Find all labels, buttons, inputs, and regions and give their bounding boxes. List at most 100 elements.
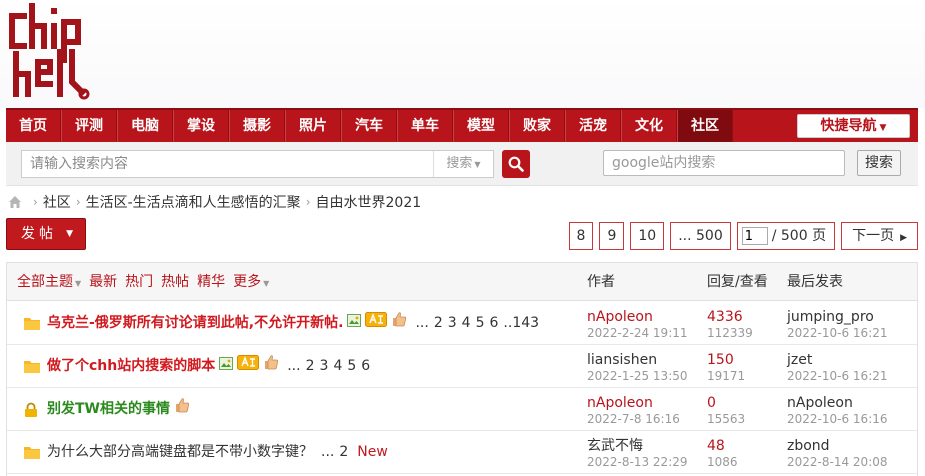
last-post-date[interactable]: 2022-8-14 20:08 — [787, 455, 888, 469]
nav-item[interactable]: 社区 — [677, 110, 733, 142]
breadcrumb-community[interactable]: 社区 — [43, 192, 71, 212]
last-post-user[interactable]: zbond — [787, 437, 888, 455]
filter-latest[interactable]: 最新 — [89, 263, 117, 301]
thread-replies: 4336 — [707, 309, 743, 325]
thread-author[interactable]: 玄武不悔 — [587, 437, 688, 455]
thread-page-link[interactable]: 3 — [320, 358, 329, 374]
page-link[interactable]: 9 — [599, 222, 625, 250]
thread-title-link[interactable]: 为什么大部分高端键盘都是不带小数字键？ — [47, 431, 313, 474]
nav-item[interactable]: 单车 — [397, 110, 453, 142]
thread-title-link[interactable]: 乌克兰-俄罗斯所有讨论请到此帖,不允许开新帖. — [47, 302, 343, 345]
thread-page-link[interactable]: 2 — [306, 358, 315, 374]
thumbs-up-icon — [174, 388, 190, 431]
thread-replies: 150 — [707, 352, 734, 368]
quick-nav-button[interactable]: 快捷导航 ▼ — [797, 114, 910, 138]
thread-page-link[interactable]: 4 — [333, 358, 342, 374]
thread-views: 19171 — [707, 369, 746, 383]
filter-digest[interactable]: 精华 — [197, 263, 225, 301]
thread-stats-cell: 0 15563 — [707, 394, 745, 426]
search-button[interactable] — [502, 150, 530, 178]
thread-page-link[interactable]: 2 — [339, 444, 348, 460]
site-header — [0, 0, 925, 108]
thread-page-link[interactable]: ..143 — [503, 315, 539, 331]
thread-author-cell: nApoleon 2022-2-24 19:11 — [587, 308, 688, 340]
next-page-button[interactable]: 下一页 ▶ — [841, 222, 918, 250]
thread-author[interactable]: liansishen — [587, 351, 688, 369]
main-nav: 首页 评测 电脑 掌设 摄影 照片 汽车 单车 模型 败家 活宠 文化 社区 快捷导航 ▼ — [6, 108, 918, 142]
thread-title-link[interactable]: 做了个chh站内搜索的脚本 — [47, 345, 215, 388]
home-icon[interactable] — [8, 195, 22, 209]
folder-icon — [23, 316, 41, 335]
thumbs-up-icon — [263, 345, 279, 388]
nav-item[interactable]: 摄影 — [229, 110, 285, 142]
filter-more-label: 更多 — [233, 274, 262, 290]
thread-page-link[interactable]: 4 — [462, 315, 471, 331]
page-link-last[interactable]: ... 500 — [670, 222, 731, 250]
nav-item[interactable]: 败家 — [509, 110, 565, 142]
thread-date: 2022-1-25 13:50 — [587, 369, 688, 383]
thread-row: 乌克兰-俄罗斯所有讨论请到此帖,不允许开新帖.... 2 3 4 5 6 ..143 nApo… — [7, 302, 917, 345]
thread-page-link[interactable]: 5 — [476, 315, 485, 331]
thread-page-link[interactable]: 5 — [347, 358, 356, 374]
nav-item[interactable]: 首页 — [6, 110, 61, 142]
thread-last-post-cell: zbond 2022-8-14 20:08 — [787, 437, 888, 469]
thread-last-post-cell: jzet 2022-10-6 16:21 — [787, 351, 888, 383]
search-input[interactable] — [22, 151, 434, 177]
nav-item[interactable]: 模型 — [453, 110, 509, 142]
last-post-user[interactable]: jumping_pro — [787, 308, 888, 326]
thread-page-link[interactable]: 6 — [361, 358, 370, 374]
thread-views: 112339 — [707, 326, 753, 340]
folder-icon — [23, 359, 41, 378]
new-post-button[interactable]: 发帖 ▼ — [6, 218, 86, 250]
thread-stats-cell: 150 19171 — [707, 351, 745, 383]
thread-row: 别发TW相关的事情 nApoleon 2022-7-8 16:16 0 15563 nAp… — [7, 388, 917, 431]
column-author: 作者 — [587, 274, 615, 290]
filter-more[interactable]: 更多 ▼ — [233, 263, 269, 301]
chevron-down-icon: ▼ — [75, 279, 82, 288]
breadcrumb-life-zone[interactable]: 生活区-生活点滴和人生感悟的汇聚 — [86, 192, 301, 212]
filter-hot[interactable]: 热门 — [125, 263, 153, 301]
last-post-date[interactable]: 2022-10-6 16:16 — [787, 412, 888, 426]
search-type-select[interactable]: 搜索 ▼ — [433, 151, 493, 177]
nav-item[interactable]: 活宠 — [565, 110, 621, 142]
nav-item[interactable]: 汽车 — [341, 110, 397, 142]
breadcrumb-current-forum[interactable]: 自由水世界2021 — [316, 192, 422, 212]
thread-page-link[interactable]: ... — [415, 315, 428, 331]
thread-page-link[interactable]: ... — [287, 358, 300, 374]
chiphell-logo[interactable] — [4, 2, 90, 102]
breadcrumb-separator-icon: › — [305, 195, 311, 209]
filter-all[interactable]: 全部主题 ▼ — [17, 263, 81, 301]
page-jump-input[interactable] — [741, 227, 768, 245]
chevron-down-icon: ▼ — [263, 279, 270, 288]
page-link[interactable]: 8 — [568, 222, 594, 250]
nav-item[interactable]: 掌设 — [173, 110, 229, 142]
breadcrumb-separator-icon: › — [75, 195, 81, 209]
last-post-user[interactable]: jzet — [787, 351, 888, 369]
google-search-button[interactable]: 搜索 — [857, 150, 901, 176]
search-bar: 搜索▼ 搜索 — [6, 142, 918, 186]
google-search-input[interactable] — [603, 150, 845, 176]
thread-author[interactable]: nApoleon — [587, 308, 688, 326]
thread-filters: 全部主题 ▼ 最新 热门 热帖 精华 更多 ▼ — [17, 263, 277, 301]
thread-page-link[interactable]: 3 — [448, 315, 457, 331]
nav-item[interactable]: 照片 — [285, 110, 341, 142]
last-post-user[interactable]: nApoleon — [787, 394, 888, 412]
thread-page-link[interactable]: 2 — [434, 315, 443, 331]
hot-thread-icon — [237, 345, 260, 388]
lock-icon — [23, 402, 39, 422]
last-post-date[interactable]: 2022-10-6 16:21 — [787, 326, 888, 340]
nav-item[interactable]: 电脑 — [117, 110, 173, 142]
thread-list: 全部主题 ▼ 最新 热门 热帖 精华 更多 ▼ 作者 回复/查看 最后发表 乌克兰-… — [6, 262, 918, 476]
thread-author[interactable]: nApoleon — [587, 394, 680, 412]
nav-item[interactable]: 评测 — [61, 110, 117, 142]
thread-page-link[interactable]: 6 — [490, 315, 499, 331]
page-link[interactable]: 10 — [630, 222, 665, 250]
last-post-date[interactable]: 2022-10-6 16:21 — [787, 369, 888, 383]
page-total: / 500 页 — [771, 228, 827, 244]
thread-last-post-cell: nApoleon 2022-10-6 16:16 — [787, 394, 888, 426]
thread-title-link[interactable]: 别发TW相关的事情 — [47, 388, 170, 431]
chevron-down-icon: ▼ — [879, 123, 887, 133]
thread-page-link[interactable]: ... — [321, 444, 334, 460]
filter-hot-posts[interactable]: 热帖 — [161, 263, 189, 301]
nav-item[interactable]: 文化 — [621, 110, 677, 142]
